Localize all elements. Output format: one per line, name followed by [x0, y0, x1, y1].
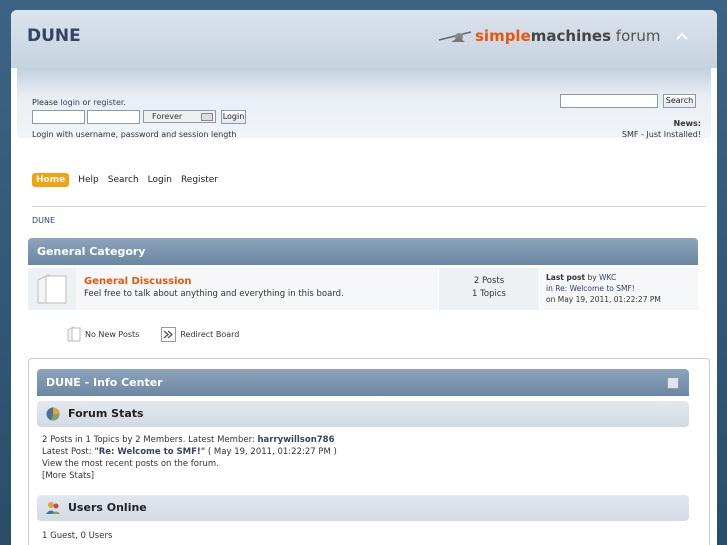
- logo-simple: simple: [475, 27, 531, 45]
- smf-logo-text: simplemachines forum: [475, 27, 661, 45]
- forum-stats-line2: Latest Post: "Re: Welcome to SMF!" ( May…: [42, 447, 337, 457]
- divider: [32, 206, 706, 207]
- users-online-summary: 1 Guest, 0 Users: [42, 531, 113, 541]
- chevron-down-icon: [201, 113, 213, 121]
- pie-chart-icon: [46, 407, 60, 421]
- logo-forum: forum: [611, 27, 661, 45]
- stats-line2-suffix: ( May 19, 2011, 01:22:27 PM ): [205, 447, 337, 457]
- header-bar: DUNE simplemachines forum: [11, 10, 717, 68]
- board-last-post-cell: Last post by WKC in Re: Welcome to SMF! …: [540, 268, 698, 310]
- collapse-header-icon[interactable]: [675, 30, 689, 42]
- latest-member-link[interactable]: harrywillson786: [257, 435, 334, 445]
- info-center: DUNE - Info Center Forum Stats 2 Posts i…: [28, 358, 710, 545]
- password-field[interactable]: [87, 110, 140, 124]
- board-icon[interactable]: [35, 272, 69, 306]
- login-hint-mid: or: [80, 98, 94, 107]
- menu-item-home[interactable]: Home: [32, 173, 70, 187]
- board-info-cell: General Discussion Feel free to talk abo…: [76, 268, 438, 310]
- latest-post-link[interactable]: "Re: Welcome to SMF!": [94, 447, 205, 457]
- board-icon-cell: [28, 268, 76, 310]
- smf-gear-icon: [438, 31, 472, 42]
- legend-redirect: Redirect Board: [180, 329, 240, 339]
- smf-logo[interactable]: simplemachines forum: [437, 26, 677, 46]
- news-text: SMF - Just Installed!: [621, 130, 701, 139]
- search-input[interactable]: [560, 94, 658, 108]
- last-post-in: in: [546, 284, 556, 293]
- board-posts: 2 Posts: [473, 276, 505, 286]
- no-new-posts-icon: [67, 326, 81, 342]
- menu-item-register[interactable]: Register: [181, 175, 218, 185]
- last-post-topic-line: in Re: Welcome to SMF!: [546, 284, 635, 293]
- last-post-user-link[interactable]: WKC: [599, 273, 616, 282]
- board-row: General Discussion Feel free to talk abo…: [28, 268, 698, 310]
- menu-item-help[interactable]: Help: [78, 175, 99, 185]
- stats-line2-prefix: Latest Post:: [42, 447, 95, 457]
- user-section: Please login or register. Forever Login …: [17, 68, 711, 139]
- last-post-line: Last post by WKC: [546, 273, 616, 282]
- redirect-board-icon: [161, 326, 177, 342]
- forum-wrapper: DUNE simplemachines forum Please login o…: [11, 10, 717, 545]
- username-field[interactable]: [32, 110, 85, 124]
- session-length-select[interactable]: Forever: [143, 110, 216, 123]
- users-online-heading: Users Online: [68, 501, 147, 514]
- login-hint-prefix: Please: [32, 98, 61, 107]
- register-link[interactable]: register: [93, 98, 123, 107]
- forum-stats-line1: 2 Posts in 1 Topics by 2 Members. Latest…: [42, 435, 334, 445]
- board-topics: 1 Topics: [472, 289, 506, 299]
- board-description: Feel free to talk about anything and eve…: [84, 289, 344, 299]
- users-icon: [46, 502, 60, 514]
- main-menu: Home Help Search Login Register: [32, 172, 227, 188]
- category-title: General Category: [28, 238, 698, 265]
- recent-posts-link[interactable]: View the most recent posts on the forum.: [42, 459, 219, 469]
- search-button[interactable]: Search: [663, 94, 696, 108]
- news-label: News:: [673, 119, 701, 128]
- last-post-label: Last post: [546, 273, 586, 282]
- legend-no-new: No New Posts: [85, 329, 140, 339]
- users-online-header: Users Online: [37, 495, 689, 521]
- session-length-value: Forever: [152, 112, 183, 121]
- last-post-date: on May 19, 2011, 01:22:27 PM: [546, 295, 661, 304]
- login-hint: Please login or register.: [32, 98, 126, 107]
- board-legend: No New Posts Redirect Board: [67, 326, 261, 342]
- login-note: Login with username, password and sessio…: [32, 130, 237, 139]
- forum-stats-header: Forum Stats: [37, 401, 689, 427]
- board-name-link[interactable]: General Discussion: [84, 276, 192, 287]
- last-post-by: by: [585, 273, 600, 282]
- last-post-topic-link[interactable]: Re: Welcome to SMF!: [555, 284, 635, 293]
- menu-item-login[interactable]: Login: [148, 175, 172, 185]
- more-stats-link[interactable]: [More Stats]: [42, 471, 94, 481]
- forum-title[interactable]: DUNE: [27, 26, 81, 46]
- login-hint-suffix: .: [123, 98, 126, 107]
- stats-line1-prefix: 2 Posts in 1 Topics by 2 Members. Latest…: [42, 435, 258, 445]
- logo-machines: machines: [530, 27, 612, 45]
- info-center-title: DUNE - Info Center: [37, 369, 689, 396]
- board-stats-cell: 2 Posts 1 Topics: [439, 268, 539, 310]
- breadcrumb[interactable]: DUNE: [32, 216, 55, 225]
- login-link[interactable]: login: [61, 98, 81, 107]
- menu-item-search[interactable]: Search: [108, 175, 139, 185]
- info-center-title-text: DUNE - Info Center: [46, 376, 163, 389]
- collapse-info-icon[interactable]: [667, 377, 679, 389]
- forum-stats-heading: Forum Stats: [68, 407, 144, 420]
- login-button[interactable]: Login: [221, 110, 246, 124]
